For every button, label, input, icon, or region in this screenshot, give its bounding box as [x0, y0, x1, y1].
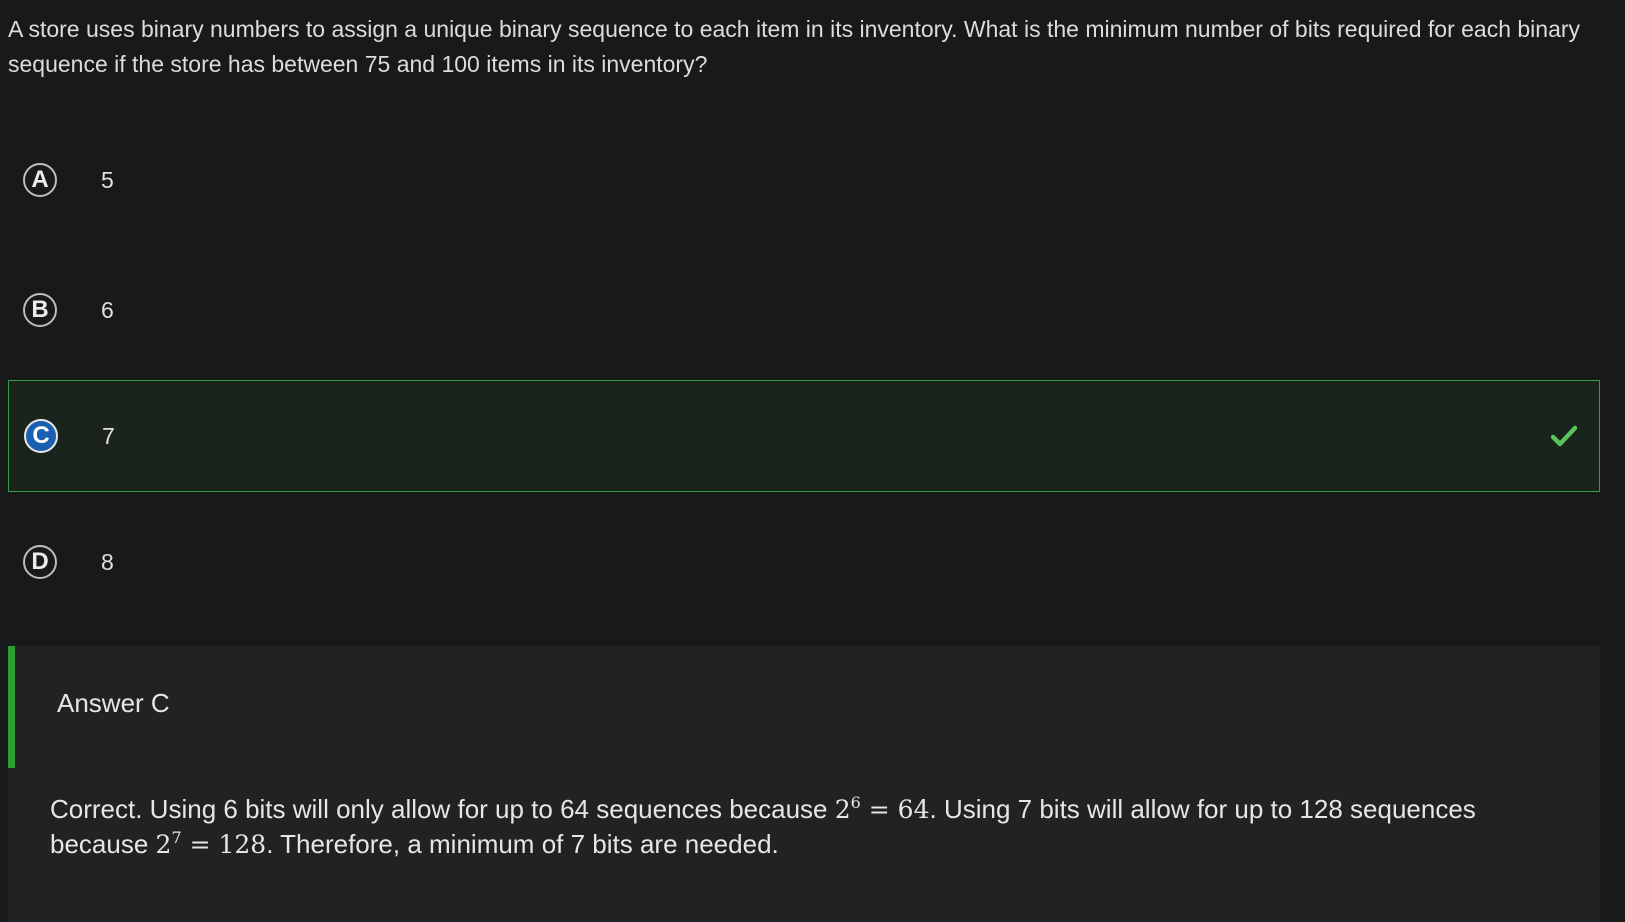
choice-text-c: 7 — [102, 422, 115, 449]
math-2-rest: = 128 — [181, 830, 267, 859]
checkmark-icon — [1551, 425, 1577, 447]
choice-b[interactable]: B 6 — [8, 254, 1600, 366]
choice-text-a: 5 — [101, 166, 114, 193]
answer-title: Answer C — [57, 688, 170, 718]
choice-text-b: 6 — [101, 296, 114, 323]
explanation-panel: Answer C Correct. Using 6 bits will only… — [8, 646, 1600, 922]
explanation-part-1: Correct. Using 6 bits will only allow fo… — [50, 794, 835, 824]
explanation-part-3: . Therefore, a minimum of 7 bits are nee… — [266, 829, 779, 859]
explanation-accent-bar — [8, 646, 15, 768]
math-1-rest: = 64 — [860, 795, 930, 824]
math-2-base: 2 — [155, 830, 172, 859]
choice-letter-c: C — [24, 419, 58, 453]
math-2-exponent: 7 — [171, 828, 182, 847]
choice-d[interactable]: D 8 — [8, 506, 1600, 618]
choice-a[interactable]: A 5 — [8, 124, 1600, 236]
math-1-exponent: 6 — [850, 793, 861, 812]
choice-letter-a: A — [23, 163, 57, 197]
math-expression-2: 27 = 128 — [155, 828, 267, 860]
choice-letter-d: D — [23, 545, 57, 579]
math-expression-1: 26 = 64 — [834, 793, 930, 825]
math-1-base: 2 — [834, 795, 851, 824]
choice-letter-b: B — [23, 293, 57, 327]
question-text: A store uses binary numbers to assign a … — [8, 16, 1581, 77]
choice-c[interactable]: C 7 — [8, 380, 1600, 492]
answer-explanation: Correct. Using 6 bits will only allow fo… — [50, 792, 1550, 862]
question-page: A store uses binary numbers to assign a … — [0, 0, 1625, 922]
choice-text-d: 8 — [101, 548, 114, 575]
